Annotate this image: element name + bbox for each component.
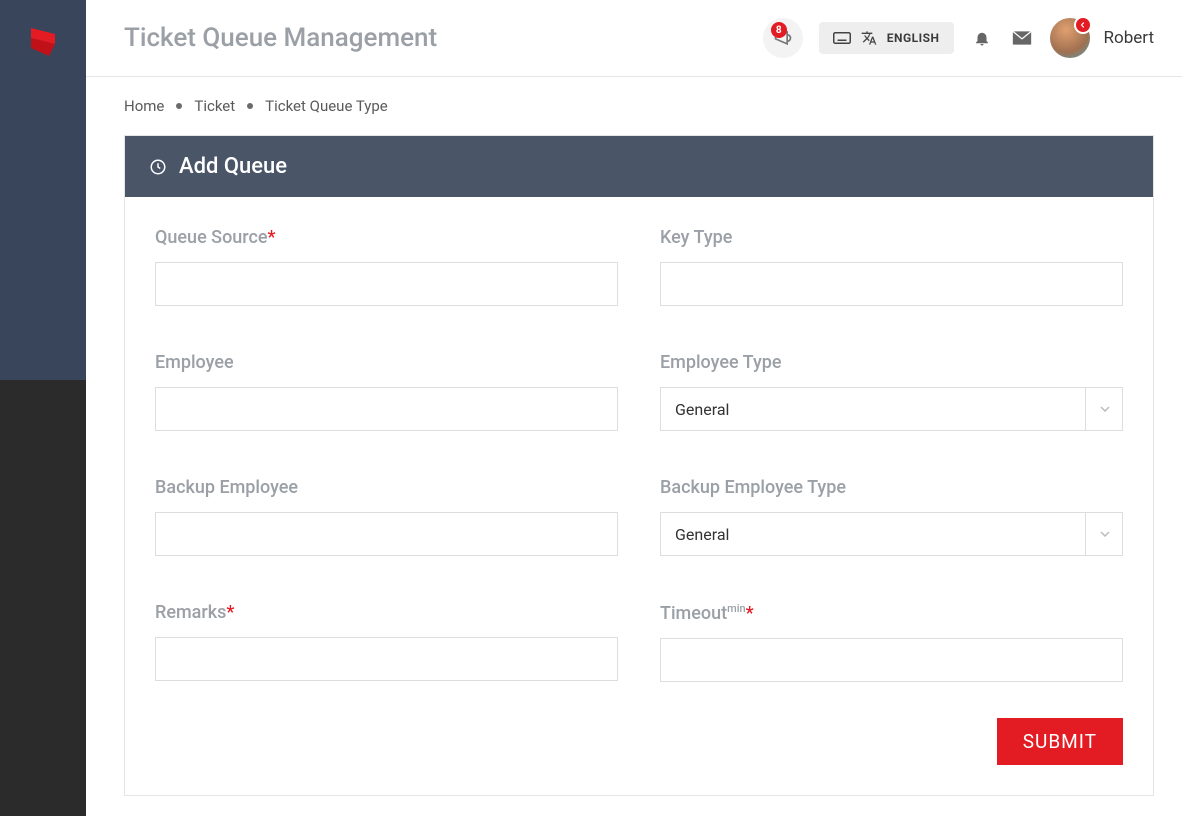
backup-employee-label: Backup Employee	[155, 477, 618, 498]
employee-type-select[interactable]	[660, 387, 1123, 431]
backup-employee-type-select[interactable]	[660, 512, 1123, 556]
sidebar	[0, 0, 86, 816]
announcements-button[interactable]: 8	[763, 18, 803, 58]
field-queue-source: Queue Source*	[155, 227, 618, 306]
backup-employee-input[interactable]	[155, 512, 618, 556]
user-name: Robert	[1104, 28, 1154, 48]
queue-source-input[interactable]	[155, 262, 618, 306]
mail-icon	[1012, 30, 1032, 46]
timeout-input[interactable]	[660, 638, 1123, 682]
key-type-label: Key Type	[660, 227, 1123, 248]
breadcrumb-separator	[176, 103, 182, 109]
key-type-input[interactable]	[660, 262, 1123, 306]
field-backup-employee: Backup Employee	[155, 477, 618, 556]
field-employee: Employee	[155, 352, 618, 431]
field-backup-employee-type: Backup Employee Type	[660, 477, 1123, 556]
clock-icon	[149, 158, 167, 176]
page-title: Ticket Queue Management	[124, 23, 437, 53]
app-header: Ticket Queue Management 8 ENGLISH	[86, 0, 1182, 77]
panel-add-queue: Add Queue Queue Source* Key Type	[124, 135, 1154, 796]
avatar	[1050, 18, 1090, 58]
keyboard-icon	[833, 31, 851, 45]
translate-icon	[861, 30, 877, 46]
breadcrumb-item-current: Ticket Queue Type	[265, 97, 388, 115]
breadcrumb: Home Ticket Ticket Queue Type	[124, 97, 1154, 115]
bell-icon	[973, 29, 991, 47]
field-remarks: Remarks*	[155, 602, 618, 682]
app-logo[interactable]	[25, 24, 61, 60]
sidebar-lower	[0, 380, 86, 816]
avatar-status-badge	[1074, 16, 1092, 34]
field-timeout: Timeoutmin*	[660, 602, 1123, 682]
employee-label: Employee	[155, 352, 618, 373]
employee-type-label: Employee Type	[660, 352, 1123, 373]
field-key-type: Key Type	[660, 227, 1123, 306]
language-switcher[interactable]: ENGLISH	[819, 22, 954, 54]
panel-title: Add Queue	[179, 154, 287, 179]
announcements-count: 8	[771, 22, 787, 38]
messages-button[interactable]	[1010, 26, 1034, 50]
panel-header: Add Queue	[125, 136, 1153, 197]
language-label: ENGLISH	[887, 31, 940, 45]
user-menu[interactable]: Robert	[1050, 18, 1154, 58]
submit-button[interactable]: SUBMIT	[997, 718, 1123, 765]
queue-source-label: Queue Source*	[155, 227, 618, 248]
backup-employee-type-label: Backup Employee Type	[660, 477, 1123, 498]
timeout-label: Timeoutmin*	[660, 602, 1123, 624]
header-actions: 8 ENGLISH	[763, 18, 1154, 58]
field-employee-type: Employee Type	[660, 352, 1123, 431]
employee-input[interactable]	[155, 387, 618, 431]
notifications-button[interactable]	[970, 26, 994, 50]
breadcrumb-item-home[interactable]: Home	[124, 97, 164, 115]
breadcrumb-item-ticket[interactable]: Ticket	[194, 97, 235, 115]
remarks-label: Remarks*	[155, 602, 618, 623]
breadcrumb-separator	[247, 103, 253, 109]
remarks-input[interactable]	[155, 637, 618, 681]
